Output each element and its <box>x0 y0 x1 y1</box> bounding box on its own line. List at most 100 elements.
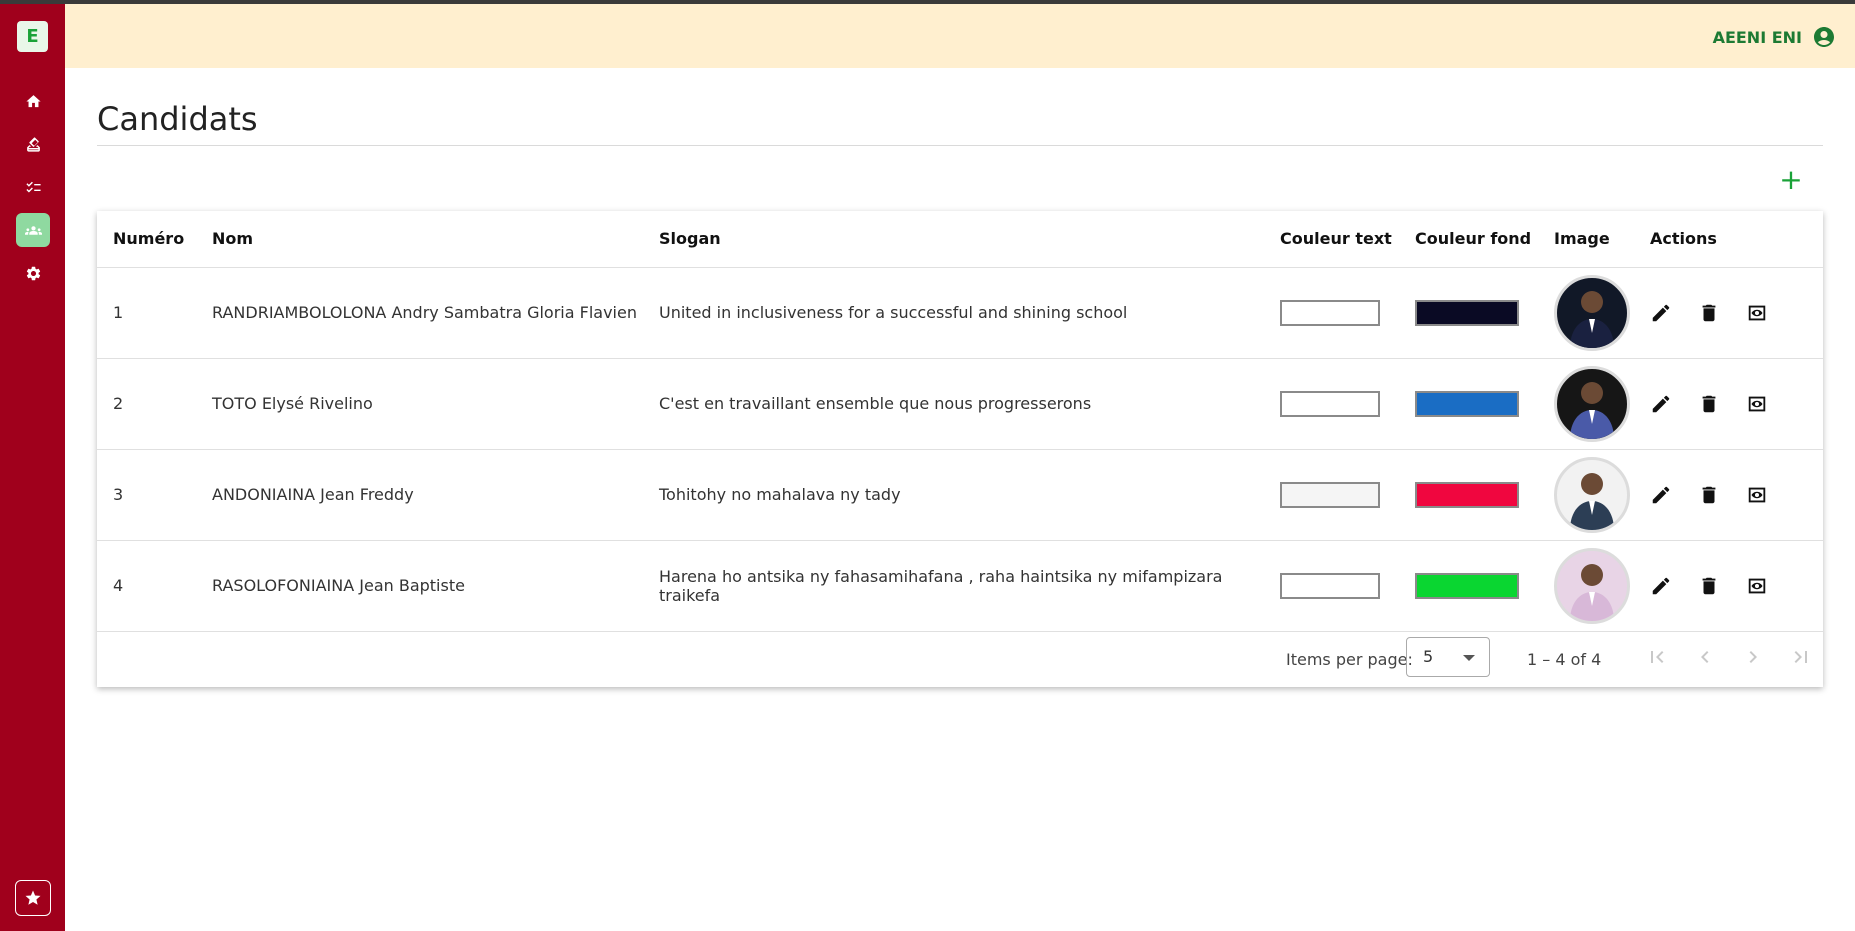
delete-button[interactable] <box>1698 484 1720 506</box>
cell-actions <box>1634 267 1823 359</box>
table-header-row: Numéro Nom Slogan Couleur text Couleur f… <box>97 211 1823 268</box>
nav-settings[interactable] <box>16 256 50 290</box>
table-row: 2 TOTO Elysé Rivelino C'est en travaillant… <box>97 358 1823 450</box>
cell-slogan: C'est en travaillant ensemble que nous p… <box>643 358 1264 450</box>
column-header[interactable]: Slogan <box>643 211 1264 268</box>
cell-actions <box>1634 449 1823 541</box>
pencil-icon <box>1652 304 1670 321</box>
cell-slogan: United in inclusiveness for a successful… <box>643 267 1264 359</box>
home-icon <box>25 94 41 107</box>
cell-nom: ANDONIAINA Jean Freddy <box>196 449 643 541</box>
trash-icon <box>1702 577 1716 594</box>
cell-nom: TOTO Elysé Rivelino <box>196 358 643 450</box>
text-color-swatch[interactable] <box>1280 572 1380 599</box>
cell-couleur-text <box>1264 358 1399 450</box>
previous-page-button[interactable] <box>1693 645 1717 669</box>
cell-slogan: Tohitohy no mahalava ny tady <box>643 449 1264 541</box>
candidate-avatar <box>1554 547 1630 624</box>
cell-image <box>1538 449 1634 541</box>
cell-nom: RANDRIAMBOLOLONA Andry Sambatra Gloria F… <box>196 267 643 359</box>
nav-home[interactable] <box>16 84 50 118</box>
dropdown-arrow-icon <box>1463 655 1475 661</box>
cell-couleur-text <box>1264 449 1399 541</box>
person-photo-icon <box>1570 563 1614 621</box>
paginator: Items per page: 5 1 – 4 of 4 <box>97 633 1823 687</box>
cell-actions <box>1634 358 1823 450</box>
pencil-icon <box>1652 395 1670 412</box>
text-color-swatch[interactable] <box>1280 299 1380 326</box>
nav-checklist[interactable] <box>16 170 50 204</box>
user-menu[interactable]: AEENI ENI <box>1713 25 1836 49</box>
user-name: AEENI ENI <box>1712 27 1802 47</box>
preview-eye-icon <box>1748 305 1766 320</box>
column-header[interactable]: Nom <box>196 211 643 268</box>
column-header[interactable]: Numéro <box>97 211 196 268</box>
cell-numero: 4 <box>97 540 196 632</box>
candidate-avatar <box>1554 274 1630 351</box>
preview-eye-icon <box>1748 396 1766 411</box>
last-page-icon <box>1794 651 1807 663</box>
items-per-page-select[interactable]: 5 <box>1406 637 1490 677</box>
cell-numero: 1 <box>97 267 196 359</box>
edit-button[interactable] <box>1650 575 1672 597</box>
cell-couleur-fond <box>1399 267 1538 359</box>
last-page-button[interactable] <box>1789 645 1813 669</box>
table-row: 1 RANDRIAMBOLOLONA Andry Sambatra Gloria … <box>97 267 1823 359</box>
first-page-button[interactable] <box>1645 645 1669 669</box>
column-header[interactable]: Actions <box>1634 211 1823 268</box>
cell-numero: 2 <box>97 358 196 450</box>
preview-button[interactable] <box>1746 393 1768 415</box>
account-circle-icon[interactable] <box>1812 25 1836 49</box>
delete-button[interactable] <box>1698 575 1720 597</box>
nav-candidats[interactable] <box>16 213 50 247</box>
preview-eye-icon <box>1748 578 1766 593</box>
nav-votes[interactable] <box>16 127 50 161</box>
column-header[interactable]: Couleur text <box>1264 211 1399 268</box>
person-photo-icon <box>1570 381 1614 439</box>
background-color-swatch[interactable] <box>1415 390 1519 417</box>
chevron-left-icon <box>1701 651 1709 663</box>
title-divider <box>97 145 1823 146</box>
preview-button[interactable] <box>1746 302 1768 324</box>
chevron-right-icon <box>1749 651 1757 663</box>
cell-couleur-fond <box>1399 358 1538 450</box>
trash-icon <box>1702 395 1716 412</box>
candidates-table-card: Numéro Nom Slogan Couleur text Couleur f… <box>97 211 1823 687</box>
text-color-swatch[interactable] <box>1280 481 1380 508</box>
background-color-swatch[interactable] <box>1415 572 1519 599</box>
cell-actions <box>1634 540 1823 632</box>
preview-button[interactable] <box>1746 575 1768 597</box>
text-color-swatch[interactable] <box>1280 390 1380 417</box>
trash-icon <box>1702 486 1716 503</box>
table-row: 3 ANDONIAINA Jean Freddy Tohitohy no mahal… <box>97 449 1823 541</box>
app-logo[interactable]: E <box>17 21 48 52</box>
checklist-icon <box>25 181 41 192</box>
top-header: AEENI ENI <box>65 4 1855 68</box>
pencil-icon <box>1652 486 1670 503</box>
cell-couleur-fond <box>1399 540 1538 632</box>
edit-button[interactable] <box>1650 484 1672 506</box>
page-range-label: 1 – 4 of 4 <box>1527 650 1602 669</box>
edit-button[interactable] <box>1650 393 1672 415</box>
cell-image <box>1538 540 1634 632</box>
edit-button[interactable] <box>1650 302 1672 324</box>
column-header[interactable]: Couleur fond <box>1399 211 1538 268</box>
sidebar: E <box>0 4 65 931</box>
column-header[interactable]: Image <box>1538 211 1634 268</box>
preview-eye-icon <box>1748 487 1766 502</box>
group-icon <box>24 225 42 235</box>
next-page-button[interactable] <box>1741 645 1765 669</box>
preview-button[interactable] <box>1746 484 1768 506</box>
delete-button[interactable] <box>1698 302 1720 324</box>
background-color-swatch[interactable] <box>1415 299 1519 326</box>
background-color-swatch[interactable] <box>1415 481 1519 508</box>
table-row: 4 RASOLOFONIAINA Jean Baptiste Harena ho a… <box>97 540 1823 632</box>
delete-button[interactable] <box>1698 393 1720 415</box>
cell-couleur-text <box>1264 267 1399 359</box>
cell-slogan: Harena ho antsika ny fahasamihafana , ra… <box>643 540 1264 632</box>
add-candidate-button[interactable]: + <box>1776 166 1806 196</box>
cell-nom: RASOLOFONIAINA Jean Baptiste <box>196 540 643 632</box>
pencil-icon <box>1652 577 1670 594</box>
favorites-button[interactable] <box>15 880 51 916</box>
ballot-box-icon <box>26 136 40 152</box>
